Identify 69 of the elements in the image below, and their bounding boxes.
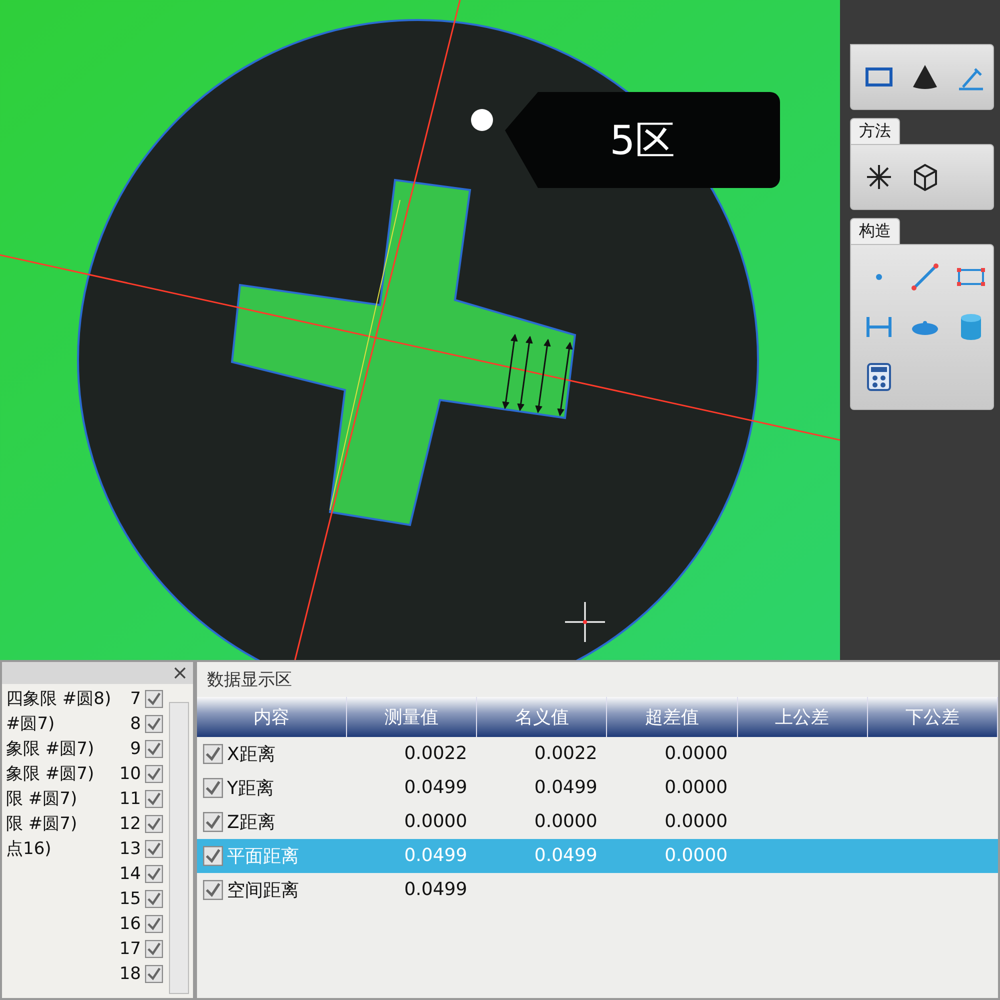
checkbox[interactable] xyxy=(145,940,163,958)
checkbox[interactable] xyxy=(203,880,223,900)
column-header[interactable]: 上公差 xyxy=(738,697,868,737)
table-cell-text: 0.0000 xyxy=(664,810,729,834)
cursor-icon xyxy=(565,602,605,642)
table-cell-text: 0.0499 xyxy=(403,878,468,902)
zone-tag: 5区 xyxy=(505,92,780,188)
feature-number: 17 xyxy=(119,938,141,958)
row-label: 空间距离 xyxy=(227,879,299,902)
checkbox[interactable] xyxy=(145,914,163,932)
table-cell-text: 0.0499 xyxy=(403,844,468,868)
column-header[interactable]: 内容 xyxy=(197,697,347,737)
checkbox[interactable] xyxy=(145,864,163,882)
row-label: X距离 xyxy=(227,743,276,766)
close-icon[interactable] xyxy=(173,666,187,680)
checkbox[interactable] xyxy=(203,778,223,798)
feature-label: 象限 #圆7) xyxy=(6,763,96,785)
feature-label: 点16) xyxy=(6,838,52,860)
checkbox[interactable] xyxy=(145,840,163,858)
column-header[interactable]: 超差值 xyxy=(607,697,738,737)
feature-label: 限 #圆7) xyxy=(6,788,78,810)
feature-label: 象限 #圆7) xyxy=(6,738,96,760)
feature-number: 10 xyxy=(119,764,141,784)
table-cell-text: 0.0499 xyxy=(533,844,598,868)
checkbox[interactable] xyxy=(145,790,163,808)
checkbox[interactable] xyxy=(145,740,163,758)
feature-number: 8 xyxy=(130,714,141,734)
table-cell-text: 0.0000 xyxy=(664,844,729,868)
checkbox[interactable] xyxy=(203,846,223,866)
marker-dot xyxy=(471,109,493,131)
checkbox[interactable] xyxy=(203,744,223,764)
table-cell-text: 0.0499 xyxy=(403,776,468,800)
checkbox[interactable] xyxy=(145,964,163,982)
feature-number: 14 xyxy=(119,864,141,884)
feature-number: 12 xyxy=(119,814,141,834)
checkbox[interactable] xyxy=(145,814,163,832)
group-tab[interactable]: 构造 xyxy=(850,218,900,244)
checkbox[interactable] xyxy=(203,812,223,832)
table-cell-text: 0.0000 xyxy=(403,810,468,834)
table-cell-text: 0.0000 xyxy=(533,810,598,834)
row-label: Z距离 xyxy=(227,811,276,834)
column-header[interactable]: 测量值 xyxy=(347,697,478,737)
table-cell-text: 0.0022 xyxy=(403,742,468,766)
row-label: 平面距离 xyxy=(227,845,299,868)
feature-number: 9 xyxy=(130,738,141,758)
selected-row[interactable]: 平面距离 0.0499 0.0499 0.0000 xyxy=(197,839,998,873)
feature-number: 18 xyxy=(119,964,141,984)
row-label: Y距离 xyxy=(227,777,274,800)
table-cell-text: 0.0000 xyxy=(664,776,729,800)
feature-number: 7 xyxy=(130,688,141,708)
panel-title: 数据显示区 xyxy=(206,669,293,692)
checkbox[interactable] xyxy=(145,764,163,782)
column-header[interactable]: 下公差 xyxy=(868,697,998,737)
feature-label: 限 #圆7) xyxy=(6,813,78,835)
checkbox[interactable] xyxy=(145,890,163,908)
scrollbar[interactable] xyxy=(169,702,189,994)
feature-number: 15 xyxy=(119,888,141,908)
feature-number: 16 xyxy=(119,914,141,934)
feature-number: 11 xyxy=(119,788,141,808)
column-header[interactable]: 名义值 xyxy=(477,697,608,737)
group-tab[interactable]: 方法 xyxy=(850,118,900,144)
feature-label: 四象限 #圆8) xyxy=(6,688,112,710)
table-cell-text: 0.0022 xyxy=(533,742,598,766)
checkbox[interactable] xyxy=(145,714,163,732)
feature-label: #圆7) xyxy=(6,713,56,735)
feature-number: 13 xyxy=(119,838,141,858)
table-cell-text: 0.0499 xyxy=(533,776,598,800)
table-cell-text: 0.0000 xyxy=(664,742,729,766)
checkbox[interactable] xyxy=(145,690,163,708)
